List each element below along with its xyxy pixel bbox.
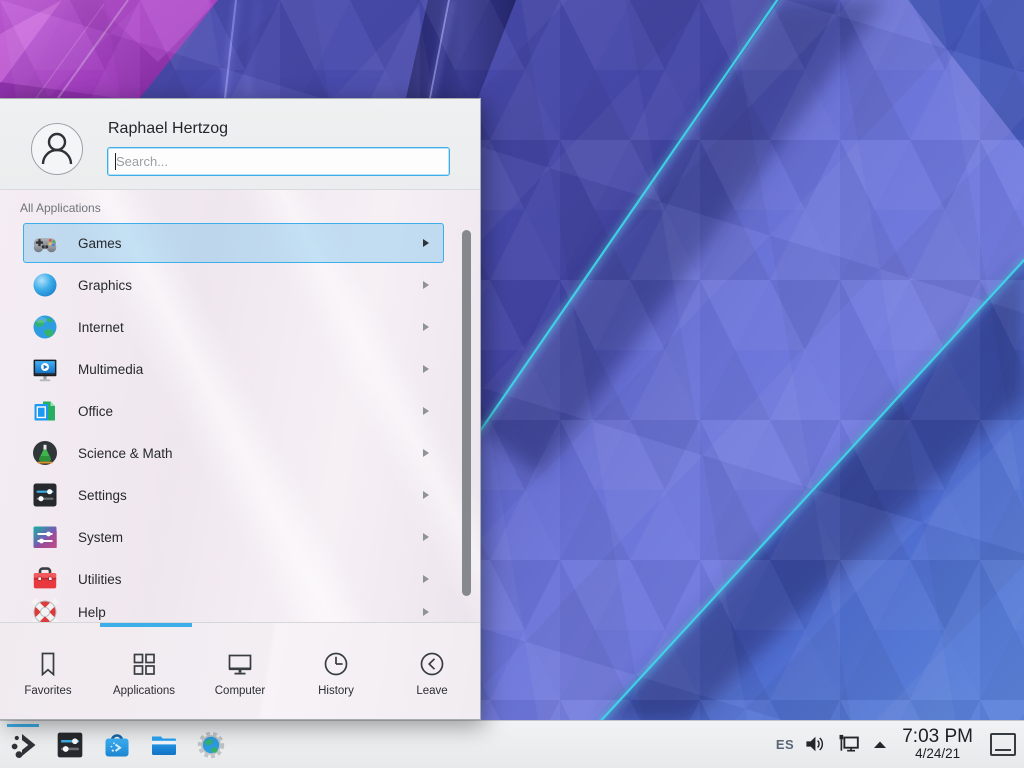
submenu-arrow-icon bbox=[423, 281, 429, 289]
category-label: System bbox=[78, 530, 423, 545]
globe-icon bbox=[31, 313, 59, 341]
category-games[interactable]: Games bbox=[23, 223, 444, 263]
desktop: Raphael Hertzog All Applications bbox=[0, 0, 1024, 768]
toolbox-icon bbox=[31, 565, 59, 593]
digital-clock[interactable]: 7:03 PM 4/24/21 bbox=[902, 727, 973, 761]
monitor-play-icon bbox=[31, 355, 59, 383]
category-label: Help bbox=[78, 605, 423, 620]
lifebuoy-icon bbox=[31, 598, 59, 622]
gamepad-icon bbox=[31, 229, 59, 257]
wired-network-icon[interactable] bbox=[836, 731, 862, 757]
web-browser-button[interactable] bbox=[191, 722, 231, 768]
folder-icon bbox=[149, 730, 179, 760]
tab-label: Applications bbox=[113, 685, 175, 697]
category-office[interactable]: Office bbox=[23, 391, 444, 431]
category-label: Games bbox=[78, 236, 423, 251]
keyboard-layout-indicator[interactable]: ES bbox=[776, 737, 794, 752]
expand-tray-caret-icon[interactable] bbox=[871, 737, 889, 751]
category-label: Science & Math bbox=[78, 446, 423, 461]
category-graphics[interactable]: Graphics bbox=[23, 265, 444, 305]
category-help[interactable]: Help bbox=[23, 592, 444, 622]
submenu-arrow-icon bbox=[423, 491, 429, 499]
category-label: Office bbox=[78, 404, 423, 419]
tab-label: Favorites bbox=[24, 685, 71, 697]
taskbar-panel: ES 7:03 PM 4/24/21 bbox=[0, 720, 1024, 768]
discover-button[interactable] bbox=[97, 722, 137, 768]
show-desktop-button[interactable] bbox=[990, 733, 1016, 756]
category-label: Graphics bbox=[78, 278, 423, 293]
system-sliders-icon bbox=[31, 523, 59, 551]
tab-label: History bbox=[318, 685, 354, 697]
leave-circle-icon bbox=[417, 649, 447, 679]
sliders-icon bbox=[31, 481, 59, 509]
system-settings-button[interactable] bbox=[50, 722, 90, 768]
launcher-tab-bar: Favorites Applications bbox=[0, 622, 480, 719]
user-icon bbox=[32, 124, 82, 174]
user-avatar[interactable] bbox=[31, 123, 83, 175]
discover-bag-icon bbox=[102, 730, 132, 760]
grid-icon bbox=[129, 649, 159, 679]
user-name: Raphael Hertzog bbox=[108, 120, 228, 138]
clock-icon bbox=[321, 649, 351, 679]
submenu-arrow-icon bbox=[423, 407, 429, 415]
submenu-arrow-icon bbox=[423, 449, 429, 457]
volume-icon[interactable] bbox=[803, 732, 827, 756]
tab-label: Computer bbox=[215, 685, 266, 697]
file-manager-button[interactable] bbox=[144, 722, 184, 768]
tab-applications[interactable]: Applications bbox=[96, 623, 192, 719]
submenu-arrow-icon bbox=[423, 239, 429, 247]
submenu-arrow-icon bbox=[423, 365, 429, 373]
section-label: All Applications bbox=[20, 201, 101, 215]
submenu-arrow-icon bbox=[423, 323, 429, 331]
search-input[interactable] bbox=[107, 147, 450, 176]
launcher-header: Raphael Hertzog bbox=[0, 99, 480, 190]
tab-history[interactable]: History bbox=[288, 623, 384, 719]
clock-date: 4/24/21 bbox=[902, 747, 973, 761]
category-science-math[interactable]: Science & Math bbox=[23, 433, 444, 473]
application-category-list: All Applications bbox=[0, 190, 480, 622]
category-label: Settings bbox=[78, 488, 423, 503]
submenu-arrow-icon bbox=[423, 608, 429, 616]
system-tray: ES 7:03 PM 4/24/21 bbox=[776, 727, 1024, 761]
category-label: Multimedia bbox=[78, 362, 423, 377]
gear-globe-icon bbox=[196, 730, 226, 760]
monitor-icon bbox=[225, 649, 255, 679]
active-tab-indicator bbox=[100, 623, 192, 627]
tab-computer[interactable]: Computer bbox=[192, 623, 288, 719]
bookmark-icon bbox=[33, 649, 63, 679]
clock-time: 7:03 PM bbox=[902, 727, 973, 747]
submenu-arrow-icon bbox=[423, 575, 429, 583]
category-settings[interactable]: Settings bbox=[23, 475, 444, 515]
category-label: Internet bbox=[78, 320, 423, 335]
sphere-icon bbox=[31, 271, 59, 299]
category-system[interactable]: System bbox=[23, 517, 444, 557]
tab-leave[interactable]: Leave bbox=[384, 623, 480, 719]
system-settings-icon bbox=[55, 730, 85, 760]
scrollbar[interactable] bbox=[462, 230, 471, 596]
tab-favorites[interactable]: Favorites bbox=[0, 623, 96, 719]
kde-launcher-icon bbox=[8, 730, 38, 760]
category-multimedia[interactable]: Multimedia bbox=[23, 349, 444, 389]
category-internet[interactable]: Internet bbox=[23, 307, 444, 347]
app-launcher-button[interactable] bbox=[3, 722, 43, 768]
category-label: Utilities bbox=[78, 572, 423, 587]
flask-icon bbox=[31, 439, 59, 467]
search-box bbox=[107, 147, 450, 176]
application-launcher-popup: Raphael Hertzog All Applications bbox=[0, 98, 481, 720]
text-cursor bbox=[115, 153, 116, 170]
submenu-arrow-icon bbox=[423, 533, 429, 541]
tab-label: Leave bbox=[416, 685, 447, 697]
documents-icon bbox=[31, 397, 59, 425]
